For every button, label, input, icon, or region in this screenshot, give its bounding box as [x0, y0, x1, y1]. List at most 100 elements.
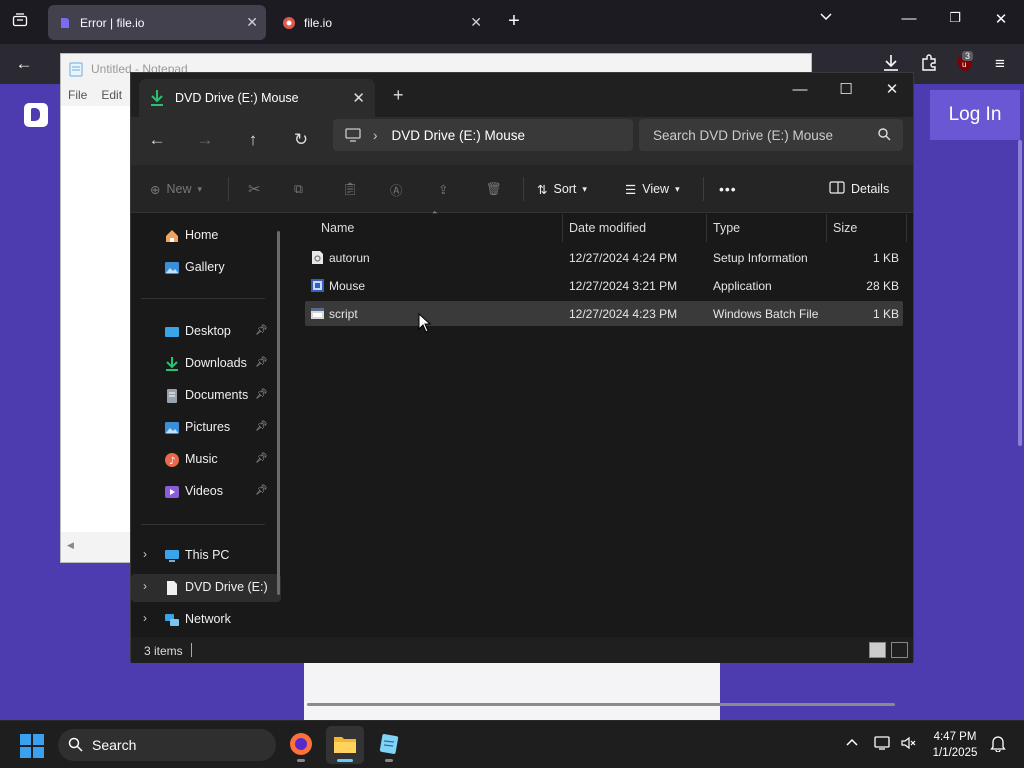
- fileio-logo-icon[interactable]: [24, 103, 48, 127]
- back-arrow-icon[interactable]: ←: [12, 54, 36, 74]
- sidebar-divider: [141, 524, 265, 525]
- expand-chevron-icon[interactable]: ›: [143, 579, 147, 593]
- taskbar-search-box[interactable]: Search: [58, 729, 276, 761]
- pin-icon[interactable]: 📌︎: [255, 485, 268, 496]
- column-header-size[interactable]: Size: [827, 214, 907, 242]
- column-header-name[interactable]: Name: [315, 214, 563, 242]
- browser-tab-strip: Error | file.io ✕ file.io ✕ + — ❐ ✕: [0, 0, 1024, 44]
- pin-icon[interactable]: 📌︎: [255, 453, 268, 464]
- network-status-icon[interactable]: [874, 735, 892, 754]
- details-view-icon[interactable]: [869, 642, 886, 658]
- new-tab-icon[interactable]: +: [393, 85, 404, 106]
- close-tab-icon[interactable]: ✕: [246, 14, 258, 31]
- up-arrow-icon[interactable]: ↑: [238, 130, 268, 150]
- pin-icon[interactable]: 📌︎: [255, 325, 268, 336]
- more-options-button[interactable]: •••: [719, 179, 737, 199]
- sidebar-item-dvd-drive[interactable]: › DVD Drive (E:) Mouse: [131, 574, 281, 602]
- sidebar-item-home[interactable]: Home: [131, 222, 281, 250]
- sidebar-item-videos[interactable]: Videos 📌︎: [131, 478, 281, 506]
- windows-taskbar: Search 4:47 PM 1/1/2025: [0, 720, 1024, 768]
- share-icon[interactable]: ⇪: [438, 179, 448, 199]
- sidebar-item-this-pc[interactable]: › This PC: [131, 542, 281, 570]
- file-row-mouse[interactable]: Mouse 12/27/2024 3:21 PM Application 28 …: [305, 273, 903, 298]
- show-hidden-icons-chevron-icon[interactable]: [845, 735, 859, 752]
- page-scrollbar[interactable]: [1018, 140, 1022, 446]
- music-icon: ♪: [164, 452, 180, 468]
- notepad-menu-edit[interactable]: Edit: [101, 88, 122, 102]
- expand-chevron-icon[interactable]: ›: [143, 611, 147, 625]
- taskbar-notepad[interactable]: [370, 726, 408, 764]
- start-windows-icon[interactable]: [20, 734, 44, 761]
- pin-icon[interactable]: 📌︎: [255, 421, 268, 432]
- extensions-puzzle-icon[interactable]: [917, 53, 941, 75]
- chevron-down-icon: ▾: [197, 183, 203, 194]
- browser-tab-error-fileio[interactable]: Error | file.io ✕: [48, 5, 266, 40]
- delete-icon[interactable]: 🗑︎: [486, 179, 502, 199]
- file-size: 1 KB: [872, 307, 899, 321]
- explorer-status-bar: 3 items: [131, 637, 913, 663]
- column-header-type[interactable]: Type: [707, 214, 827, 242]
- view-button[interactable]: ☰ View ▾: [625, 179, 680, 199]
- taskbar-clock[interactable]: 4:47 PM 1/1/2025: [922, 729, 988, 761]
- sidebar-item-documents[interactable]: Documents 📌︎: [131, 382, 281, 410]
- settings-file-icon: [310, 250, 325, 265]
- sidebar-item-label: DVD Drive (E:) Mouse: [185, 580, 270, 594]
- forward-arrow-icon[interactable]: →: [190, 130, 220, 150]
- close-window-icon[interactable]: ✕: [869, 77, 915, 103]
- clock-date: 1/1/2025: [932, 747, 978, 759]
- close-window-icon[interactable]: ✕: [990, 10, 1012, 28]
- minimize-icon[interactable]: —: [898, 10, 920, 27]
- column-header-date-modified[interactable]: Date modified: [563, 214, 707, 242]
- back-arrow-icon[interactable]: ←: [142, 130, 172, 150]
- refresh-icon[interactable]: ↻: [286, 130, 316, 150]
- new-tab-icon[interactable]: +: [504, 10, 524, 33]
- list-tabs-chevron-icon[interactable]: [814, 10, 838, 28]
- computer-icon: [345, 128, 361, 142]
- close-tab-icon[interactable]: ✕: [352, 89, 365, 107]
- file-name: autorun: [329, 251, 370, 265]
- close-tab-icon[interactable]: ✕: [470, 14, 482, 31]
- breadcrumb-chevron-icon[interactable]: ›: [373, 128, 378, 143]
- login-button[interactable]: Log In: [930, 90, 1020, 140]
- details-pane-icon: [829, 181, 845, 197]
- tab-overview-icon[interactable]: [8, 12, 32, 32]
- file-row-autorun[interactable]: autorun 12/27/2024 4:24 PM Setup Informa…: [305, 245, 903, 270]
- sidebar-item-pictures[interactable]: Pictures 📌︎: [131, 414, 281, 442]
- sort-button[interactable]: ⇅ Sort ▾: [537, 179, 587, 199]
- sidebar-scrollbar[interactable]: [277, 231, 280, 595]
- notification-bell-icon[interactable]: [990, 735, 1006, 755]
- browser-tab-fileio[interactable]: file.io ✕: [272, 5, 490, 40]
- restore-icon[interactable]: ❐: [944, 10, 966, 26]
- pin-icon[interactable]: 📌︎: [255, 357, 268, 368]
- sidebar-item-music[interactable]: ♪ Music 📌︎: [131, 446, 281, 474]
- maximize-icon[interactable]: ☐: [823, 77, 869, 103]
- taskbar-file-explorer[interactable]: [326, 726, 364, 764]
- tiles-view-icon[interactable]: [891, 642, 908, 658]
- volume-muted-icon[interactable]: [900, 735, 916, 754]
- file-row-script[interactable]: script 12/27/2024 4:23 PM Windows Batch …: [305, 301, 903, 326]
- expand-chevron-icon[interactable]: ›: [143, 547, 147, 561]
- paste-icon[interactable]: 📋︎: [342, 179, 358, 199]
- new-button[interactable]: ⊕ New ▾: [150, 179, 202, 199]
- taskbar-firefox[interactable]: [282, 726, 320, 764]
- sidebar-item-downloads[interactable]: Downloads 📌︎: [131, 350, 281, 378]
- app-menu-hamburger-icon[interactable]: ≡: [988, 54, 1012, 74]
- sidebar-item-desktop[interactable]: Desktop 📌︎: [131, 318, 281, 346]
- file-list-horizontal-scrollbar[interactable]: [307, 703, 895, 706]
- pin-icon[interactable]: 📌︎: [255, 389, 268, 400]
- notepad-menu-file[interactable]: File: [68, 88, 87, 102]
- address-path-field[interactable]: › DVD Drive (E:) Mouse: [333, 119, 633, 151]
- details-pane-button[interactable]: Details: [829, 179, 889, 199]
- search-input[interactable]: Search DVD Drive (E:) Mouse: [639, 119, 903, 151]
- sidebar-item-label: Music: [185, 452, 218, 466]
- rename-icon[interactable]: Ⓐ: [390, 179, 403, 199]
- sidebar-item-gallery[interactable]: Gallery: [131, 254, 281, 282]
- new-label: New: [166, 182, 192, 196]
- explorer-tab[interactable]: DVD Drive (E:) Mouse ✕: [139, 79, 375, 117]
- scroll-left-arrow-icon[interactable]: ◀: [67, 540, 74, 551]
- minimize-icon[interactable]: —: [777, 77, 823, 103]
- cut-icon[interactable]: ✂: [248, 179, 261, 199]
- address-path-text: DVD Drive (E:) Mouse: [391, 127, 526, 143]
- sidebar-item-network[interactable]: › Network: [131, 606, 281, 634]
- copy-icon[interactable]: ⧉: [294, 179, 303, 199]
